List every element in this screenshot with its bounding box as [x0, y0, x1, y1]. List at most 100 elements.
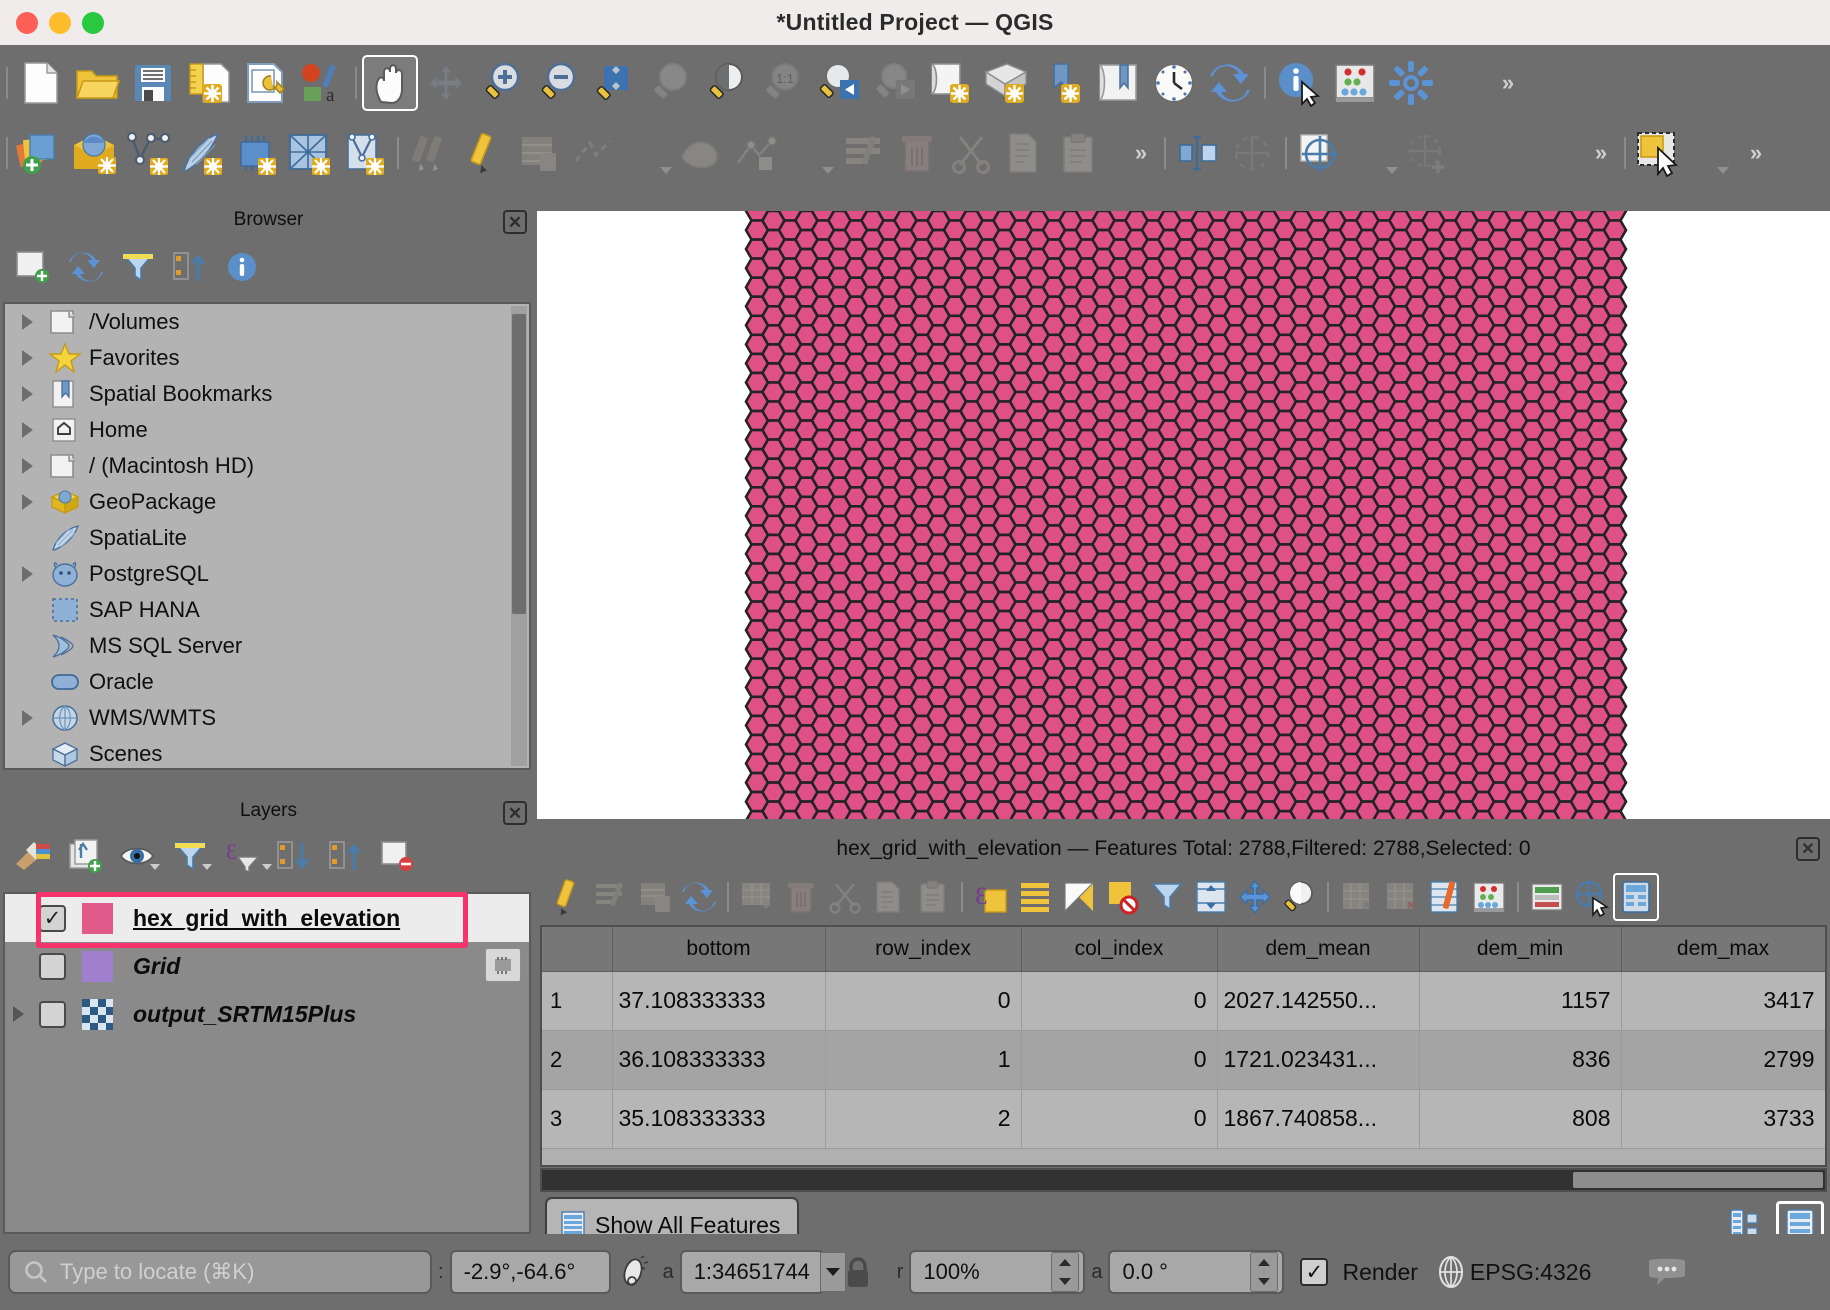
cut-features-icon[interactable] — [944, 126, 998, 180]
column-header-rownum[interactable] — [542, 927, 612, 971]
annotation-icon[interactable] — [1400, 126, 1454, 180]
select-features-icon[interactable] — [1631, 126, 1685, 180]
current-edits-icon[interactable] — [458, 126, 512, 180]
delete-selected-icon[interactable] — [1335, 874, 1379, 920]
add-delimited-text-layer-icon[interactable] — [121, 126, 175, 180]
cell-num[interactable]: 1 — [542, 971, 612, 1030]
filter-browser-icon[interactable] — [112, 245, 164, 289]
add-polygon-feature-icon[interactable] — [674, 126, 728, 180]
collapse-all-icon[interactable] — [320, 834, 372, 878]
layer-item-output-srtm15plus[interactable]: output_SRTM15Plus — [5, 990, 529, 1038]
new-3d-map-view-icon[interactable] — [978, 55, 1034, 111]
column-header-dem_min[interactable]: dem_min — [1419, 927, 1621, 971]
cell-bottom[interactable]: 35.108333333 — [612, 1089, 825, 1148]
toggle-editing-icon[interactable] — [404, 126, 458, 180]
rotation-spinner[interactable] — [1250, 1252, 1278, 1292]
filter-selection-icon[interactable] — [1145, 874, 1189, 920]
crs-globe-icon[interactable] — [1432, 1255, 1470, 1289]
browser-item-favorites[interactable]: Favorites — [5, 340, 529, 376]
column-header-row_index[interactable]: row_index — [825, 927, 1021, 971]
expand-triangle-icon[interactable] — [11, 422, 43, 438]
select-all-icon[interactable] — [1013, 874, 1057, 920]
refresh-icon[interactable] — [60, 245, 112, 289]
layer-item-hex-grid-with-elevation[interactable]: ✓hex_grid_with_elevation — [5, 894, 529, 942]
cell-dem_mean[interactable]: 1721.023431... — [1217, 1030, 1419, 1089]
add-point-cloud-layer-icon[interactable] — [337, 126, 391, 180]
zoom-to-layer-icon[interactable] — [698, 55, 754, 111]
enable-tracing-icon[interactable] — [1225, 126, 1279, 180]
move-selection-to-top-icon[interactable] — [1189, 874, 1233, 920]
pan-to-selection-icon[interactable] — [418, 55, 474, 111]
cell-dem_min[interactable]: 1157 — [1419, 971, 1621, 1030]
modify-attributes-icon[interactable] — [836, 126, 890, 180]
layer-item-grid[interactable]: Grid — [5, 942, 529, 990]
column-header-dem_mean[interactable]: dem_mean — [1217, 927, 1419, 971]
zoom-in-icon[interactable] — [474, 55, 530, 111]
measure-line-icon[interactable] — [1292, 126, 1346, 180]
copy-features-icon[interactable] — [998, 126, 1052, 180]
expand-triangle-icon[interactable] — [11, 350, 43, 366]
add-spatialite-layer-icon[interactable] — [175, 126, 229, 180]
attribute-table[interactable]: bottomrow_indexcol_indexdem_meandem_mind… — [540, 925, 1827, 1167]
open-field-calculator-icon[interactable] — [1423, 874, 1467, 920]
browser-item-sap-hana[interactable]: SAP HANA — [5, 592, 529, 628]
messages-icon[interactable] — [1647, 1257, 1687, 1287]
cell-row_index[interactable]: 0 — [825, 971, 1021, 1030]
new-field-icon[interactable] — [735, 874, 779, 920]
remove-layer-icon[interactable] — [372, 834, 424, 878]
paste-features-icon[interactable] — [1052, 126, 1106, 180]
coordinate-field[interactable]: -2.9°,-64.6° — [450, 1250, 611, 1294]
lock-scale-icon[interactable] — [825, 1255, 891, 1289]
toggle-extents-icon[interactable] — [611, 1255, 657, 1289]
expand-triangle-icon[interactable] — [11, 566, 43, 582]
map-tools-overflow-icon[interactable]: » — [1584, 133, 1618, 173]
organize-columns-icon[interactable] — [1525, 874, 1569, 920]
zoom-out-icon[interactable] — [530, 55, 586, 111]
new-print-layout-icon[interactable] — [1034, 55, 1090, 111]
expand-triangle-icon[interactable] — [11, 314, 43, 330]
zoom-to-selection-icon[interactable] — [642, 55, 698, 111]
collapse-all-icon[interactable] — [164, 245, 216, 289]
table-row[interactable]: 335.108333333201867.740858...8083733 — [542, 1089, 1825, 1148]
edit-toolbar-overflow-icon[interactable]: » — [1124, 133, 1158, 173]
expand-triangle-icon[interactable] — [13, 1006, 24, 1022]
rotation-field[interactable]: 0.0 ° — [1108, 1250, 1284, 1294]
expand-triangle-icon[interactable] — [11, 494, 43, 510]
browser-item-volumes[interactable]: /Volumes — [5, 304, 529, 340]
column-header-col_index[interactable]: col_index — [1021, 927, 1217, 971]
identify-features-icon[interactable] — [1271, 55, 1327, 111]
copy-icon[interactable] — [867, 874, 911, 920]
browser-item-geopackage[interactable]: GeoPackage — [5, 484, 529, 520]
add-selected-layers-icon[interactable] — [8, 245, 60, 289]
scale-field[interactable]: 1:34651744 — [680, 1250, 825, 1294]
expression-filter-icon[interactable]: Ɛ — [216, 834, 268, 878]
add-mesh-layer-icon[interactable] — [283, 126, 337, 180]
new-map-view-icon[interactable] — [922, 55, 978, 111]
column-header-bottom[interactable]: bottom — [612, 927, 825, 971]
magnifier-spinner[interactable] — [1051, 1252, 1079, 1292]
layers-close-icon[interactable]: ✕ — [503, 801, 527, 825]
delete-field-icon[interactable] — [779, 874, 823, 920]
new-project-icon[interactable] — [13, 55, 69, 111]
attribute-table-close-icon[interactable]: ✕ — [1796, 837, 1820, 861]
statistical-summary-icon[interactable] — [1327, 55, 1383, 111]
add-vector-layer-icon[interactable] — [67, 126, 121, 180]
browser-item-macintosh-hd[interactable]: / (Macintosh HD) — [5, 448, 529, 484]
temporal-controller-icon[interactable] — [1146, 55, 1202, 111]
save-project-icon[interactable] — [125, 55, 181, 111]
cell-bottom[interactable]: 37.108333333 — [612, 971, 825, 1030]
layer-visibility-checkbox[interactable] — [39, 953, 66, 980]
cell-num[interactable]: 2 — [542, 1030, 612, 1089]
browser-tree[interactable]: /VolumesFavoritesSpatial BookmarksHome/ … — [3, 302, 531, 770]
snapping-toolbar-icon[interactable] — [1171, 126, 1225, 180]
layer-visibility-checkbox[interactable]: ✓ — [39, 905, 66, 932]
column-header-dem_max[interactable]: dem_max — [1621, 927, 1825, 971]
select-dropdown-icon[interactable] — [1685, 126, 1739, 180]
cut-icon[interactable] — [823, 874, 867, 920]
delete-field-2-icon[interactable] — [1379, 874, 1423, 920]
browser-item-spatialite[interactable]: SpatiaLite — [5, 520, 529, 556]
pan-to-selection-icon[interactable] — [1233, 874, 1277, 920]
browser-scrollbar[interactable] — [511, 306, 527, 766]
save-project-as-icon[interactable] — [181, 55, 237, 111]
expand-triangle-icon[interactable] — [11, 710, 43, 726]
